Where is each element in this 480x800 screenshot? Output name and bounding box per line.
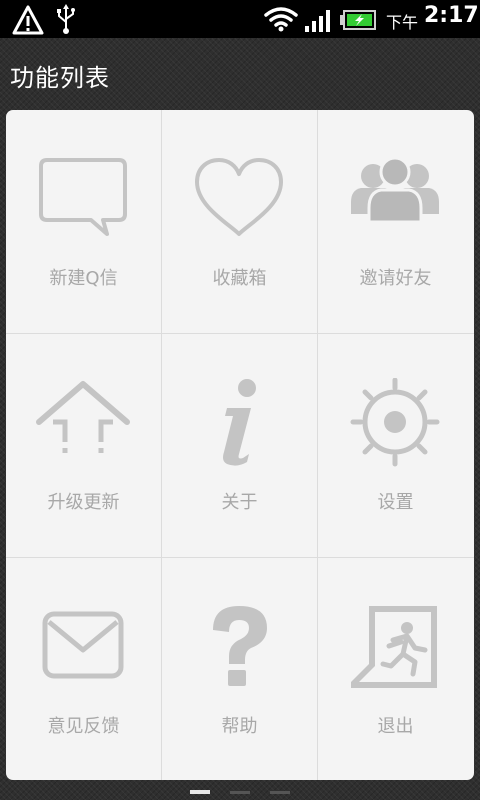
page-dot[interactable] — [270, 791, 290, 794]
info-icon — [223, 379, 256, 466]
about-button[interactable]: 关于 — [162, 334, 317, 557]
new-qxin-button[interactable]: 新建Q信 — [6, 110, 161, 333]
new-qxin-label: 新建Q信 — [49, 268, 118, 289]
favorites-button[interactable]: 收藏箱 — [162, 110, 317, 333]
exit-door-icon — [351, 606, 437, 688]
page-indicator — [190, 789, 290, 797]
upgrade-label: 升级更新 — [47, 492, 120, 513]
exit-label: 退出 — [377, 716, 414, 737]
exit-button[interactable]: 退出 — [318, 558, 473, 780]
settings-button[interactable]: 设置 — [318, 334, 473, 557]
about-label: 关于 — [221, 492, 258, 513]
signal-icon — [305, 10, 330, 32]
battery-charging-icon — [340, 10, 376, 30]
gear-icon — [350, 378, 440, 467]
help-label: 帮助 — [221, 716, 258, 737]
status-clock: 2:17 — [424, 3, 479, 28]
grid-divider — [161, 110, 162, 780]
status-ampm: 下午 — [386, 13, 419, 32]
usb-icon — [57, 4, 75, 34]
page-dot[interactable] — [230, 791, 250, 794]
grid-divider — [317, 110, 318, 780]
chat-bubble-icon — [39, 158, 127, 236]
invite-friends-button[interactable]: 邀请好友 — [318, 110, 473, 333]
status-bar: 下午 2:17 — [0, 0, 480, 38]
invite-friends-label: 邀请好友 — [359, 268, 432, 289]
grid-divider — [6, 557, 474, 558]
page-dot-active[interactable] — [190, 790, 210, 794]
feedback-label: 意见反馈 — [47, 716, 120, 737]
title-bar: 功能列表 — [0, 38, 480, 110]
upgrade-button[interactable]: 升级更新 — [6, 334, 161, 557]
question-icon — [213, 606, 267, 686]
settings-label: 设置 — [377, 492, 414, 513]
favorites-label: 收藏箱 — [212, 268, 267, 289]
feedback-button[interactable]: 意见反馈 — [6, 558, 161, 780]
upgrade-arrow-icon — [36, 381, 130, 453]
function-grid: 新建Q信 收藏箱 邀请好友 升级更新 关于 设置 意见反馈 帮助 退出 — [6, 110, 474, 780]
heart-icon — [195, 158, 283, 236]
help-button[interactable]: 帮助 — [162, 558, 317, 780]
grid-divider — [6, 333, 474, 334]
page-title: 功能列表 — [10, 64, 110, 92]
wifi-icon — [264, 7, 298, 32]
people-icon — [351, 156, 439, 224]
envelope-icon — [42, 611, 124, 679]
warning-icon — [12, 5, 44, 35]
